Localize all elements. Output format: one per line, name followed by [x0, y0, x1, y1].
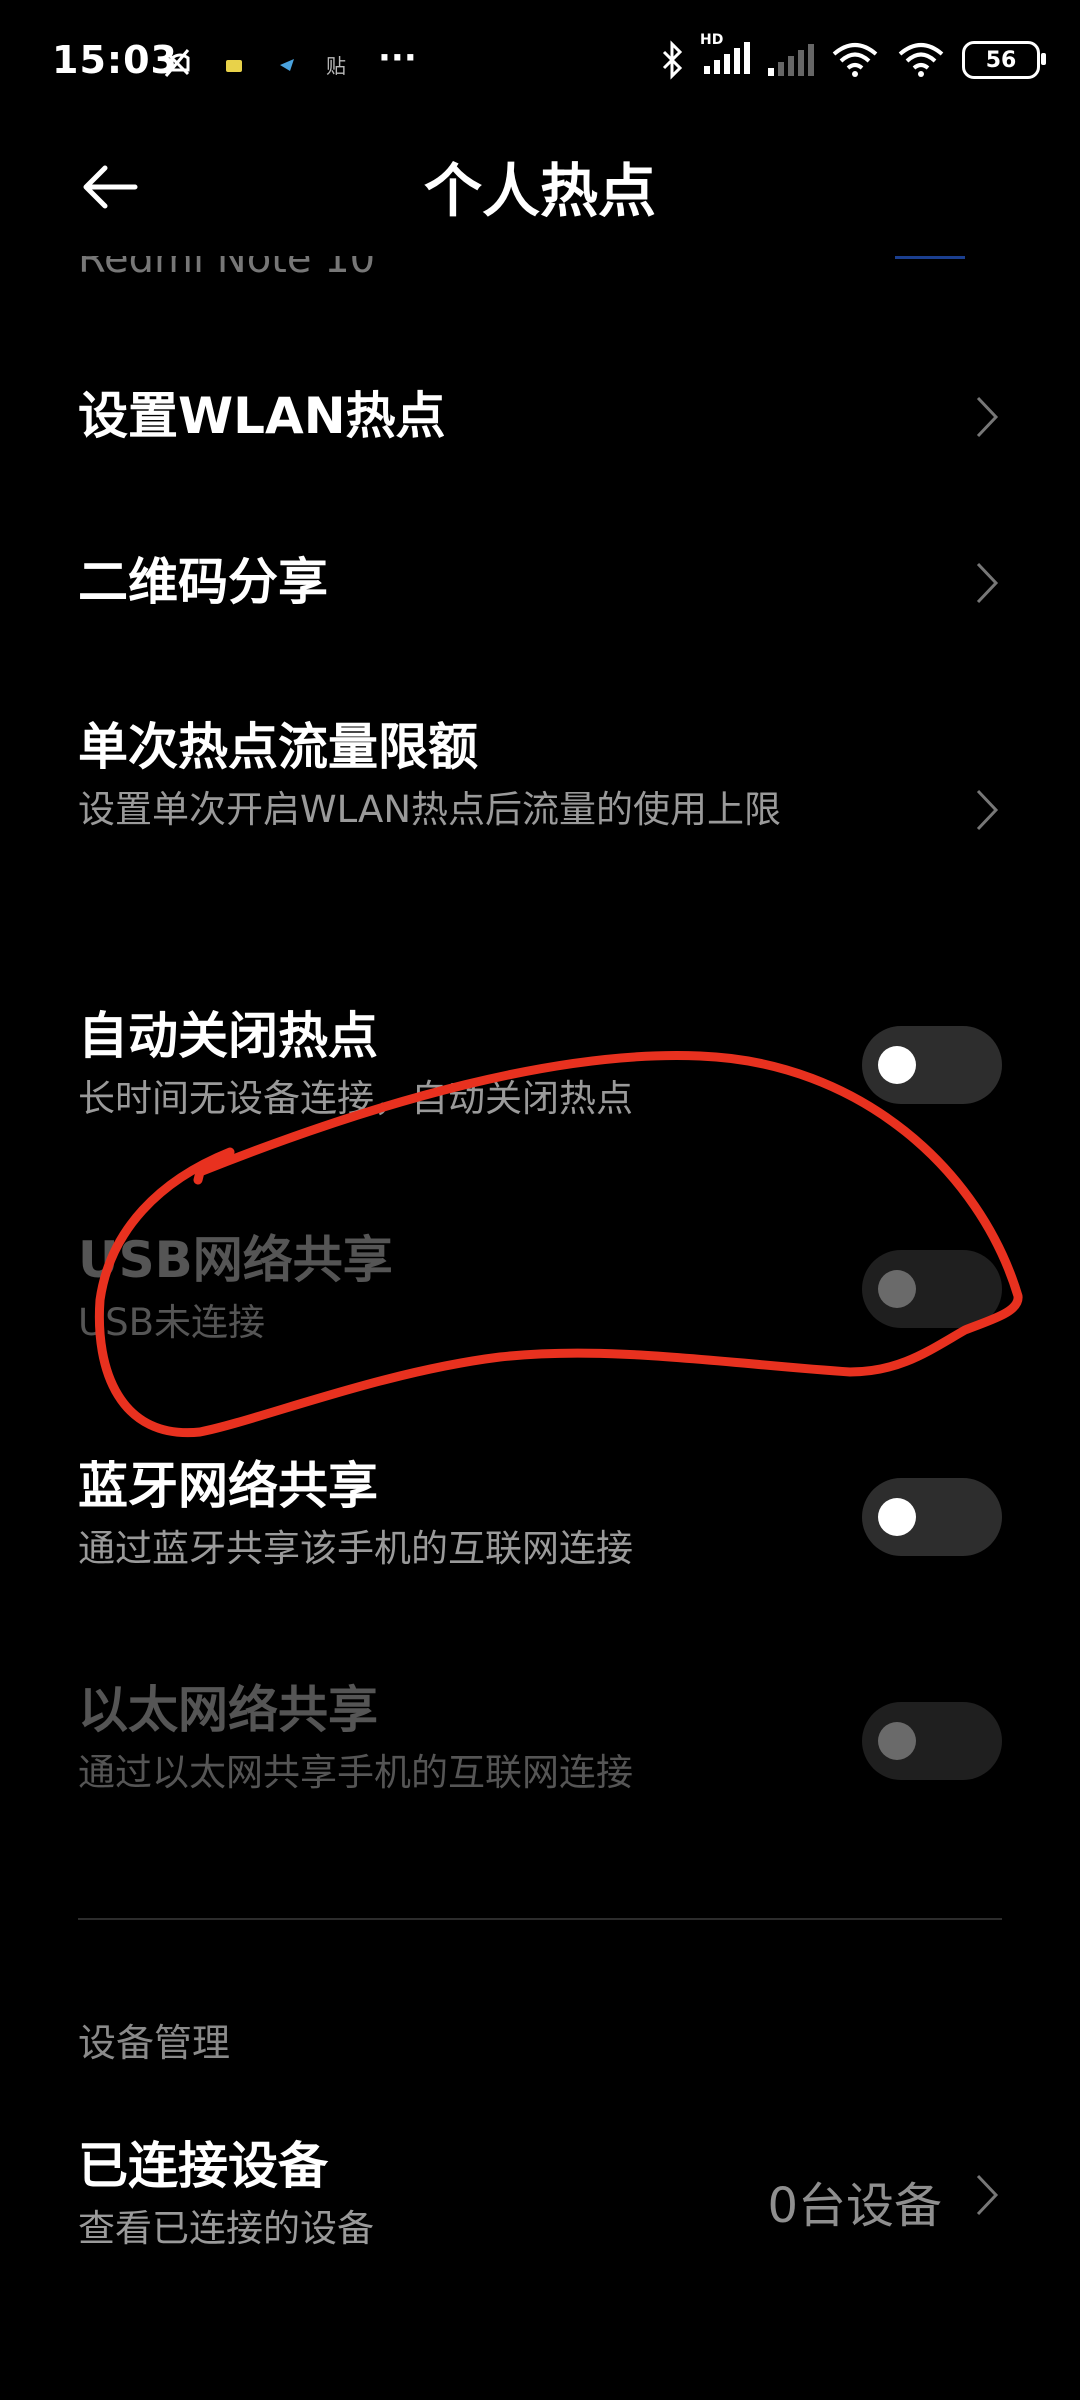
setting-subtitle: 长时间无设备连接，自动关闭热点 — [78, 1077, 633, 1120]
setting-subtitle: USB未连接 — [78, 1301, 265, 1344]
bluetooth-tethering-toggle[interactable] — [862, 1478, 1002, 1556]
auto-off-toggle[interactable] — [862, 1026, 1002, 1104]
wifi-link-icon — [832, 43, 878, 77]
bluetooth-icon — [662, 40, 683, 80]
setting-connected-devices[interactable]: 已连接设备 查看已连接的设备 0台设备 — [78, 2136, 1002, 2258]
setting-title: 二维码分享 — [78, 553, 328, 611]
more-notifications-icon: ··· — [378, 38, 417, 78]
hotspot-name-partial: Redmi Note 10 — [78, 236, 376, 282]
page-title: 个人热点 — [423, 157, 656, 225]
wifi-icon — [898, 43, 944, 77]
connected-count: 0台设备 — [767, 2178, 942, 2234]
usb-tethering-toggle[interactable] — [862, 1250, 1002, 1328]
header: 个人热点 — [0, 130, 1080, 240]
setting-bluetooth-tethering: 蓝牙网络共享 通过蓝牙共享该手机的互联网连接 — [78, 1456, 1002, 1578]
setting-ethernet-tethering: 以太网络共享 通过以太网共享手机的互联网连接 — [78, 1680, 1002, 1802]
toggle-knob — [878, 1046, 916, 1084]
setting-title: 单次热点流量限额 — [78, 718, 478, 776]
setting-usb-tethering: USB网络共享 USB未连接 — [78, 1230, 1002, 1352]
battery-level: 56 — [985, 47, 1017, 73]
chevron-right-icon — [976, 396, 999, 438]
status-bar: 15:03 贴 ··· HD 56 — [0, 0, 1080, 130]
ethernet-tethering-toggle[interactable] — [862, 1702, 1002, 1780]
setting-title: 设置WLAN热点 — [78, 387, 446, 445]
chevron-right-icon — [976, 562, 999, 604]
hd-label: HD — [700, 32, 724, 48]
chevron-right-icon — [976, 789, 999, 831]
hotspot-switch-partial — [895, 256, 965, 259]
toggle-knob — [878, 1722, 916, 1760]
chevron-right-icon — [976, 2174, 999, 2216]
signal-1: HD — [700, 32, 750, 80]
toggle-knob — [878, 1270, 916, 1308]
divider — [78, 1918, 1002, 1920]
notification-icon-yellow — [226, 60, 242, 72]
setting-subtitle: 设置单次开启WLAN热点后流量的使用上限 — [78, 788, 782, 831]
telegram-icon — [280, 59, 294, 71]
setting-auto-off: 自动关闭热点 长时间无设备连接，自动关闭热点 — [78, 1006, 1002, 1128]
cell-signal-2-icon — [768, 44, 814, 76]
battery-indicator: 56 — [962, 41, 1046, 79]
setting-data-limit[interactable]: 单次热点流量限额 设置单次开启WLAN热点后流量的使用上限 — [78, 717, 1002, 839]
notification-text: 贴 — [326, 54, 346, 78]
status-right: HD 56 — [658, 32, 1046, 80]
section-title-device-management: 设备管理 — [78, 2021, 231, 2065]
setting-qr-share[interactable]: 二维码分享 — [78, 552, 1002, 612]
mute-icon — [164, 49, 190, 77]
setting-wlan-hotspot[interactable]: 设置WLAN热点 — [78, 386, 1002, 446]
toggle-knob — [878, 1498, 916, 1536]
